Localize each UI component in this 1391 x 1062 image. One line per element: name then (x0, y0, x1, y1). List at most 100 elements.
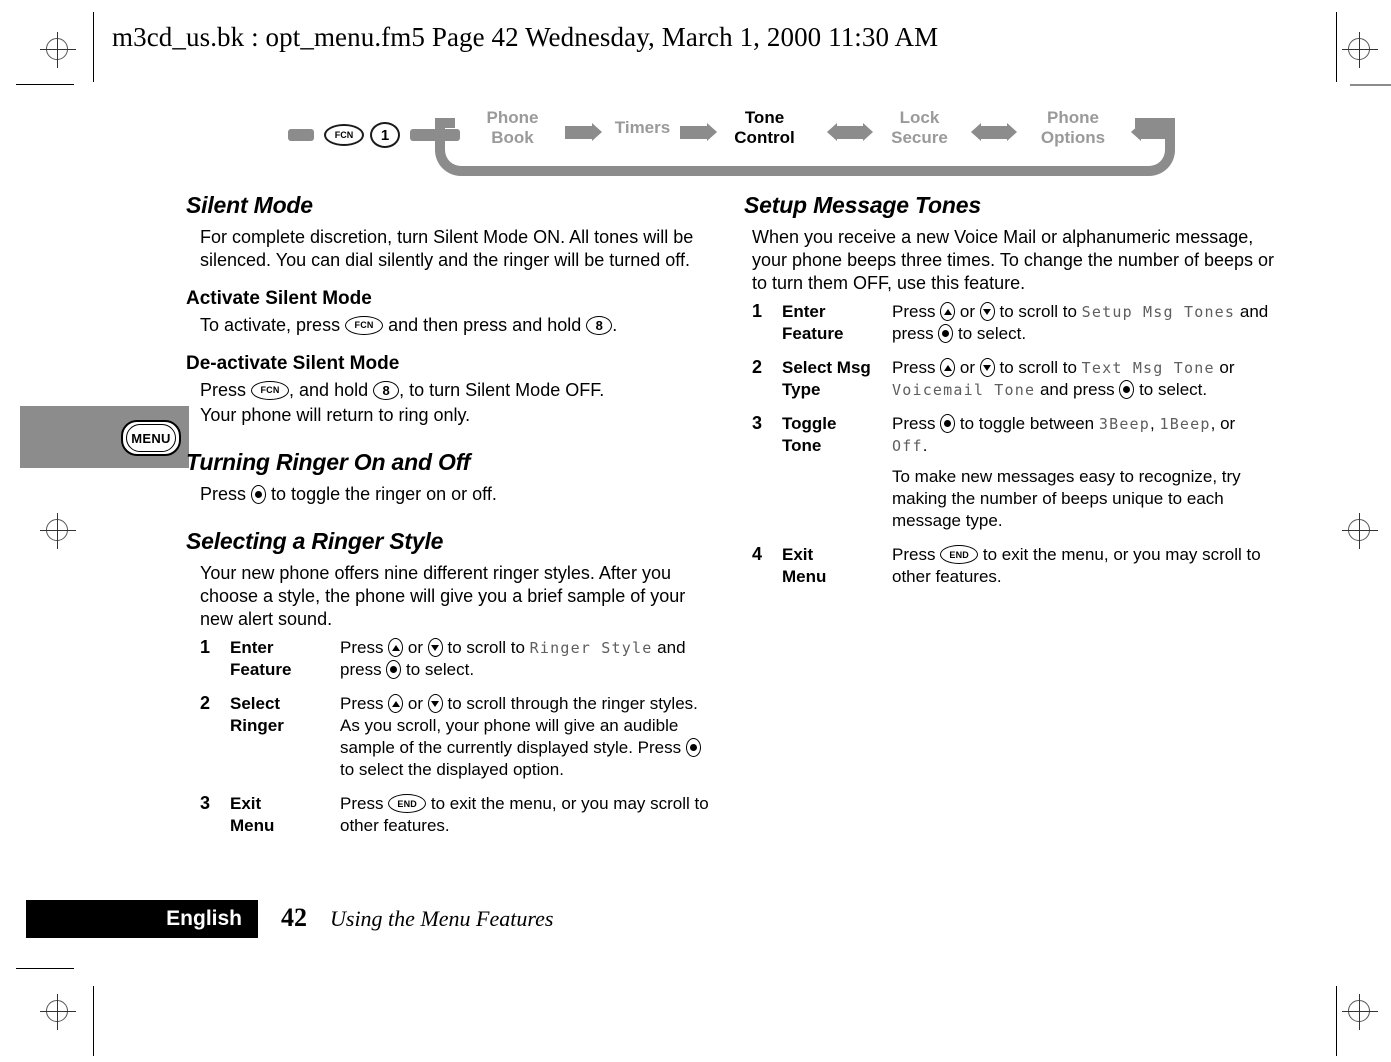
left-column: Silent Mode For complete discretion, tur… (186, 192, 716, 849)
select-dot-icon (942, 330, 950, 338)
reg-hline (1342, 49, 1378, 50)
trim-rule-right (1336, 12, 1337, 82)
registration-mark-left-middle (38, 511, 78, 551)
fcn-key-icon[interactable]: FCN (251, 380, 290, 400)
ringer-toggle-text-a: Press (200, 484, 247, 504)
scroll-up-key-icon[interactable] (388, 694, 404, 714)
section-title-setup-message-tones: Setup Message Tones (744, 192, 981, 218)
menu-key-icon[interactable]: MENU (121, 420, 181, 456)
fcn-key-icon[interactable]: FCN (345, 315, 384, 335)
select-dot-icon (944, 420, 952, 428)
page-header-text: m3cd_us.bk : opt_menu.fm5 Page 42 Wednes… (112, 22, 939, 52)
triangle-down-icon (983, 364, 992, 371)
activate-silent-mode-text: To activate, press FCN and then press an… (200, 314, 716, 337)
eight-key-icon[interactable]: 8 (373, 380, 400, 400)
eight-key-label: 8 (382, 382, 390, 398)
eight-key-label: 8 (595, 317, 603, 333)
section-title-silent-mode: Silent Mode (186, 192, 313, 218)
step-label-line2: Type (782, 380, 821, 399)
step-label-line1: Select Msg (782, 358, 871, 377)
select-key-icon[interactable] (940, 414, 956, 434)
select-key-icon[interactable] (938, 324, 954, 344)
step-description: Press or to scroll through the ringer st… (340, 693, 716, 793)
nav-arrow-2-icon (680, 123, 717, 141)
nav-item-tone-control-line2: Control (734, 128, 795, 147)
section-title-turning-ringer: Turning Ringer On and Off (186, 449, 471, 475)
fcn-key-icon[interactable]: FCN (324, 124, 364, 146)
step-description-paragraph: Press END to exit the menu, or you may s… (892, 545, 1261, 586)
nav-arrow-3-icon (827, 123, 873, 141)
step-row: 3 Exit Menu Press END to exit the menu, or … (200, 793, 716, 849)
triangle-down-icon (983, 308, 992, 315)
nav-item-tone-control[interactable]: Tone Control (712, 108, 817, 148)
lcd-display-text: Voicemail Tone (892, 381, 1036, 399)
ringer-toggle-text-b: to toggle the ringer on or off. (271, 484, 497, 504)
crop-line-top-left (16, 84, 74, 85)
nav-item-phone-book[interactable]: Phone Book (465, 108, 560, 148)
step-description-paragraph: Press or to scroll to Ringer Style and p… (340, 638, 686, 680)
step-description-paragraph: Press or to scroll to Text Msg Tone or V… (892, 358, 1235, 400)
select-key-icon[interactable] (1119, 380, 1135, 400)
silent-mode-intro: For complete discretion, turn Silent Mod… (200, 227, 694, 270)
step-number: 3 (752, 413, 763, 433)
footer-language-label: English (166, 907, 242, 930)
registration-mark-right-middle (1340, 511, 1380, 551)
step-description: Press or to scroll to Text Msg Tone or V… (892, 357, 1274, 413)
nav-arrow-1-icon (565, 123, 602, 141)
eight-key-icon[interactable]: 8 (586, 315, 613, 335)
scroll-down-key-icon[interactable] (427, 694, 443, 714)
scroll-up-key-icon[interactable] (940, 358, 956, 378)
trim-rule-bottom-right (1336, 986, 1337, 1056)
scroll-down-key-icon[interactable] (979, 302, 995, 322)
step-row: 4 Exit Menu Press END to exit the menu, or … (752, 544, 1274, 600)
step-row: 2 Select Ringer Press or to scroll through … (200, 693, 716, 793)
end-key-icon[interactable]: END (940, 545, 979, 565)
ringer-toggle-text: Press to toggle the ringer on or off. (200, 483, 716, 506)
step-label-line1: Exit (230, 794, 262, 813)
select-dot-icon (390, 666, 398, 674)
step-label-line1: Select (230, 694, 281, 713)
reg-vline (1359, 994, 1360, 1030)
registration-mark-top-right (1340, 30, 1380, 70)
nav-item-phone-book-line1: Phone (486, 108, 539, 127)
setup-message-tones-intro: When you receive a new Voice Mail or alp… (752, 227, 1275, 293)
scroll-down-key-icon[interactable] (427, 638, 443, 658)
reg-vline (57, 994, 58, 1030)
step-description-paragraph: Press END to exit the menu, or you may s… (340, 794, 709, 835)
select-key-icon[interactable] (251, 484, 267, 504)
select-dot-icon (1123, 386, 1131, 394)
select-key-icon[interactable] (386, 660, 402, 680)
step-label: Enter Feature (230, 637, 340, 693)
nav-item-phone-options[interactable]: Phone Options (1018, 108, 1128, 148)
deactivate-text-b: , and hold (289, 380, 369, 400)
step-number: 1 (752, 301, 763, 321)
crop-line-top-right (1350, 84, 1391, 86)
lcd-display-text: 1Beep (1159, 415, 1211, 433)
scroll-up-key-icon[interactable] (388, 638, 404, 658)
menu-key-label: MENU (131, 430, 171, 446)
step-number: 2 (200, 693, 211, 713)
nav-item-tone-control-line1: Tone (744, 108, 785, 127)
crop-line-bottom-left (16, 968, 74, 969)
triangle-up-icon (943, 364, 952, 371)
scroll-up-key-icon[interactable] (940, 302, 956, 322)
step-label-line2: Menu (230, 816, 275, 835)
step-label: Enter Feature (782, 301, 892, 357)
triangle-up-icon (391, 700, 400, 707)
select-key-icon[interactable] (685, 738, 701, 758)
footer-page-number: 42 (281, 903, 307, 932)
fcn-key-label: FCN (354, 319, 374, 330)
one-key-icon[interactable]: 1 (370, 122, 400, 148)
subsection-activate-silent-mode: Activate Silent Mode (186, 288, 372, 309)
step-label: Toggle Tone (782, 413, 892, 544)
end-key-icon[interactable]: END (388, 794, 427, 814)
scroll-down-key-icon[interactable] (979, 358, 995, 378)
step-number: 3 (200, 793, 211, 813)
step-row: 3 Toggle Tone Press to toggle between 3Beep… (752, 413, 1274, 544)
nav-item-timers[interactable]: Timers (600, 118, 685, 138)
reg-vline (1359, 513, 1360, 549)
nav-item-lock-secure[interactable]: Lock Secure (872, 108, 967, 148)
step-number: 2 (752, 357, 763, 377)
step-description-paragraph: Press to toggle between 3Beep, 1Beep, or… (892, 414, 1236, 455)
step-label: Select Msg Type (782, 357, 892, 413)
